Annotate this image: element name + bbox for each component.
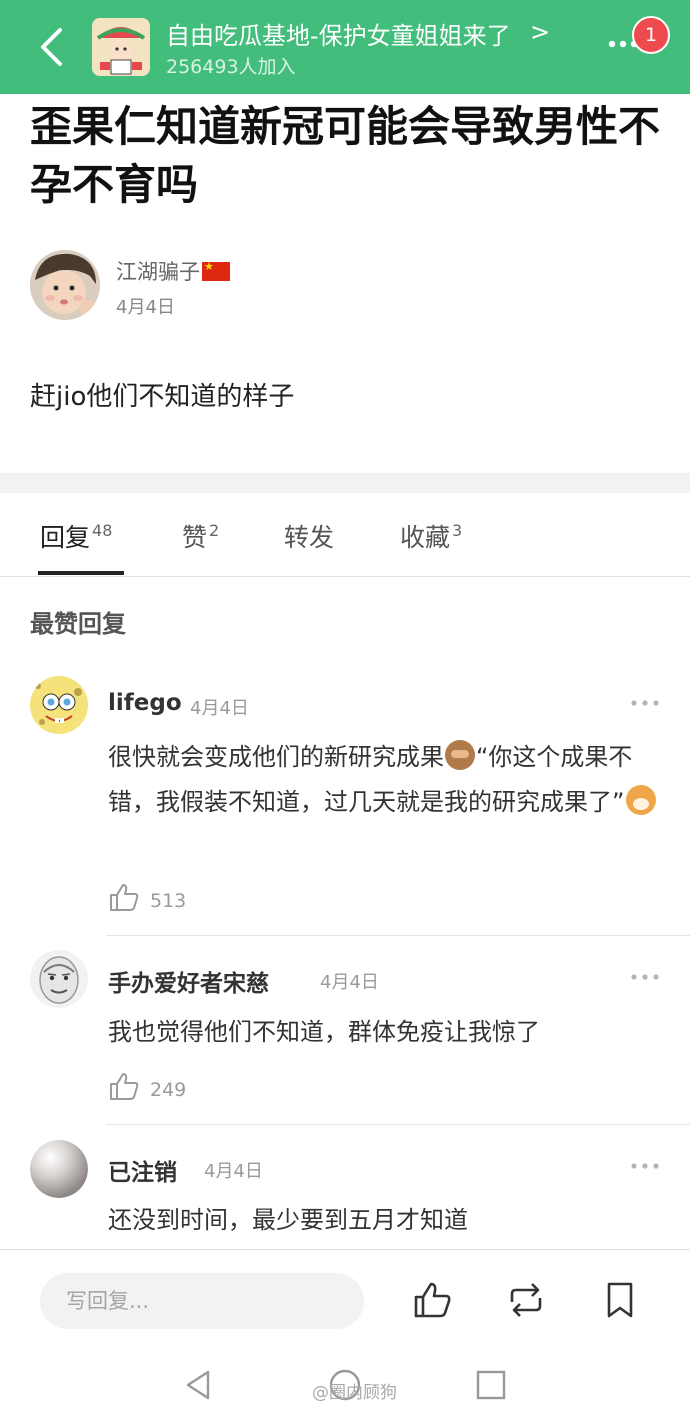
tab-label: 回复 <box>40 523 91 552</box>
comment-date: 4月4日 <box>204 1161 263 1182</box>
commenter-name[interactable]: 手办爱好者宋慈 <box>108 964 269 998</box>
post-title: 歪果仁知道新冠可能会导致男性不孕不育吗 <box>30 102 661 209</box>
comment-separator <box>106 1124 690 1125</box>
china-flag-icon <box>202 260 230 281</box>
comment-text-part: 很快就会变成他们的新研究成果 <box>108 743 444 771</box>
comment-text: 还没到时间，最少要到五月才知道 <box>108 1206 468 1234</box>
post-body: 赶jio他们不知道的样子 <box>30 382 295 412</box>
repost-icon[interactable] <box>506 1280 546 1320</box>
tab-count: 3 <box>452 521 463 540</box>
nav-back-icon[interactable] <box>182 1368 216 1402</box>
comment-text: 我也觉得他们不知道，群体免疫让我惊了 <box>108 1018 540 1046</box>
bookmark-icon[interactable] <box>600 1280 640 1320</box>
tab-reposts[interactable]: 转发 <box>284 518 334 554</box>
thumbs-up-icon[interactable] <box>108 881 140 913</box>
group-name[interactable]: 自由吃瓜基地-保护女童姐姐来了 <box>166 16 511 51</box>
commenter-avatar[interactable] <box>30 950 88 1008</box>
commenter-avatar[interactable] <box>30 676 88 734</box>
comment-date: 4月4日 <box>190 698 249 719</box>
active-tab-indicator <box>38 571 124 575</box>
group-avatar[interactable] <box>92 18 150 76</box>
post-date: 4月4日 <box>116 297 175 318</box>
watermark: @圈内顾狗 <box>312 1383 397 1403</box>
tab-label: 赞 <box>182 523 208 552</box>
comment-text: 很快就会变成他们的新研究成果 “你这个成果不错，我假装不知道，过几天就是我的研究成… <box>108 735 668 825</box>
comment-date: 4月4日 <box>320 972 379 993</box>
tab-likes[interactable]: 赞2 <box>182 518 219 554</box>
thumbs-up-icon[interactable] <box>108 1070 140 1102</box>
tab-count: 48 <box>92 521 113 540</box>
nav-recents-icon[interactable] <box>474 1368 508 1402</box>
group-member-count: 256493人加入 <box>166 56 296 78</box>
like-count: 249 <box>150 1079 187 1101</box>
commenter-name[interactable]: lifego <box>108 690 182 716</box>
tab-replies[interactable]: 回复 48 <box>40 518 112 554</box>
section-title: 最赞回复 <box>30 610 126 638</box>
author-name-text: 江湖骗子 <box>116 260 200 284</box>
author-name[interactable]: 江湖骗子 <box>116 256 230 286</box>
back-arrow-icon[interactable] <box>30 22 76 72</box>
author-avatar[interactable] <box>30 250 100 320</box>
more-dots-icon[interactable] <box>630 972 660 982</box>
tab-label: 收藏 <box>400 523 451 552</box>
tab-label: 转发 <box>284 523 335 552</box>
tab-favorites[interactable]: 收藏 3 <box>400 518 462 554</box>
tabs-divider <box>0 576 690 577</box>
like-count: 513 <box>150 890 187 912</box>
tab-count: 2 <box>209 521 220 540</box>
bottom-bar-divider <box>0 1249 690 1250</box>
dog-face-emoji <box>626 785 657 815</box>
commenter-name[interactable]: 已注销 <box>108 1153 177 1187</box>
section-divider <box>0 473 690 493</box>
thumbs-up-icon[interactable] <box>412 1280 452 1320</box>
more-dots-icon[interactable] <box>630 698 660 708</box>
comment-separator <box>106 935 690 936</box>
reply-input[interactable] <box>40 1273 364 1329</box>
chevron-right-icon[interactable]: > <box>530 18 550 46</box>
more-dots-icon[interactable] <box>630 1161 660 1171</box>
commenter-avatar[interactable] <box>30 1140 88 1198</box>
notification-badge[interactable]: 1 <box>632 16 670 54</box>
see-no-evil-monkey-emoji <box>445 740 475 770</box>
